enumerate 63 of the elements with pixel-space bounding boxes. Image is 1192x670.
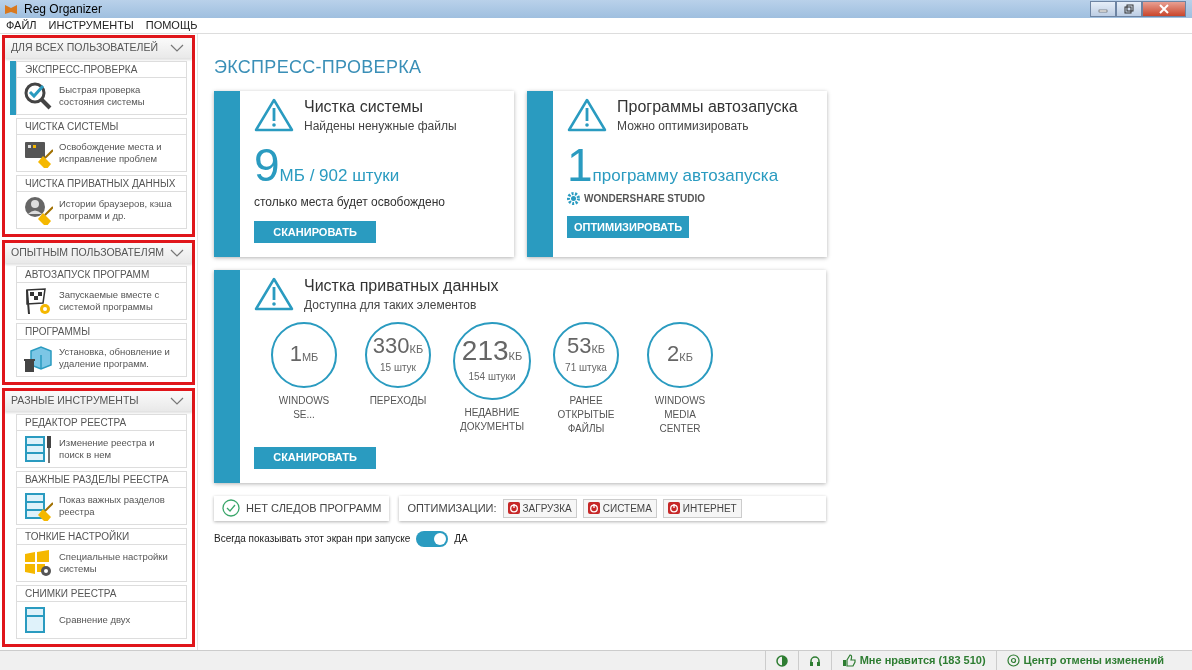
contrast-icon [775, 654, 788, 667]
warning-icon [254, 97, 294, 133]
optimization-button[interactable]: ЗАГРУЗКА [502, 498, 577, 518]
stat-circle: 213КБ 154 штуки [453, 322, 531, 401]
person-broom-icon [23, 195, 53, 225]
menu-item[interactable]: ФАЙЛ [6, 17, 37, 34]
thumbs-up-icon [841, 654, 856, 667]
big-stat: 1программу автозапуска [567, 139, 780, 191]
cabinet-screwdriver-icon [23, 434, 53, 464]
stat-label: ПЕРЕХОДЫ [368, 394, 428, 409]
warning-icon [254, 276, 294, 313]
target-icon [1006, 654, 1020, 667]
menu-item[interactable]: ИНСТРУМЕНТЫ [48, 17, 134, 34]
group-header[interactable]: РАЗНЫЕ ИНСТРУМЕНТЫ [5, 391, 192, 411]
check-circle-icon [222, 499, 240, 517]
stat-label: WINDOWS SE... [277, 394, 331, 423]
group-header[interactable]: ДЛЯ ВСЕХ ПОЛЬЗОВАТЕЛЕЙ [5, 38, 192, 58]
cabinet-broom-icon [23, 491, 53, 521]
caption-text: столько места будет освобождено [254, 194, 447, 211]
gear-icon [567, 192, 580, 205]
card-subtitle: Можно оптимизировать [617, 118, 750, 135]
toggle-value: ДА [454, 532, 468, 546]
status-text: НЕТ СЛЕДОВ ПРОГРАММ [246, 500, 382, 516]
windows-gear-icon [23, 548, 53, 578]
stat-label: НЕДАВНИЕ ДОКУМЕНТЫ [460, 406, 524, 435]
app-icon [4, 3, 18, 15]
optimization-button[interactable]: СИСТЕМА [582, 498, 657, 518]
magnifier-check-icon [23, 81, 53, 111]
window-title: Reg Organizer [24, 1, 103, 18]
toggle-label: Всегда показывать этот экран при запуске [214, 532, 411, 546]
toggle-switch[interactable] [416, 530, 449, 547]
minimize-button[interactable] [1090, 1, 1116, 17]
headset-icon [808, 654, 821, 667]
card-subtitle: Доступна для таких элементов [304, 297, 478, 315]
optimization-button[interactable]: ИНТЕРНЕТ [662, 498, 742, 518]
stat-label: WINDOWS MEDIA CENTER [653, 394, 707, 437]
big-stat: 9МБ / 902 штуки [254, 139, 401, 191]
like-button[interactable]: Мне нравится (183 510) [830, 651, 996, 670]
stat-circle: 2КБ [647, 322, 713, 389]
stat-circle: 53КБ 71 штука [553, 322, 619, 389]
stat-label: РАНЕЕ ОТКРЫТЫЕ ФАЙЛЫ [556, 394, 616, 437]
card-title: Чистка системы [304, 97, 425, 117]
restore-icon [1124, 4, 1134, 14]
page-title: ЭКСПРЕСС-ПРОВЕРКА [214, 56, 423, 79]
warning-icon [567, 97, 607, 133]
undo-center-button[interactable]: Центр отмены изменений [995, 651, 1174, 670]
program-name: WONDERSHARE STUDIO [584, 192, 706, 206]
box-trash-icon [23, 343, 53, 373]
power-icon [667, 502, 680, 514]
close-icon [1159, 4, 1169, 14]
menu-item[interactable]: ПОМОЩЬ [145, 17, 198, 34]
close-button[interactable] [1142, 1, 1186, 17]
card-title: Чистка приватных данных [304, 276, 499, 297]
power-icon [587, 502, 600, 514]
card-subtitle: Найдены ненужные файлы [304, 118, 457, 135]
stat-circle: 330КБ 15 штук [365, 322, 431, 389]
card-title: Программы автозапуска [617, 97, 798, 117]
stat-circle: 1МБ [271, 322, 337, 389]
flag-gear-icon [23, 286, 53, 316]
maximize-button[interactable] [1116, 1, 1142, 17]
group-header[interactable]: ОПЫТНЫМ ПОЛЬЗОВАТЕЛЯМ [5, 243, 192, 263]
optimizations-label: ОПТИМИЗАЦИИ: [407, 500, 497, 516]
power-icon [507, 502, 520, 514]
